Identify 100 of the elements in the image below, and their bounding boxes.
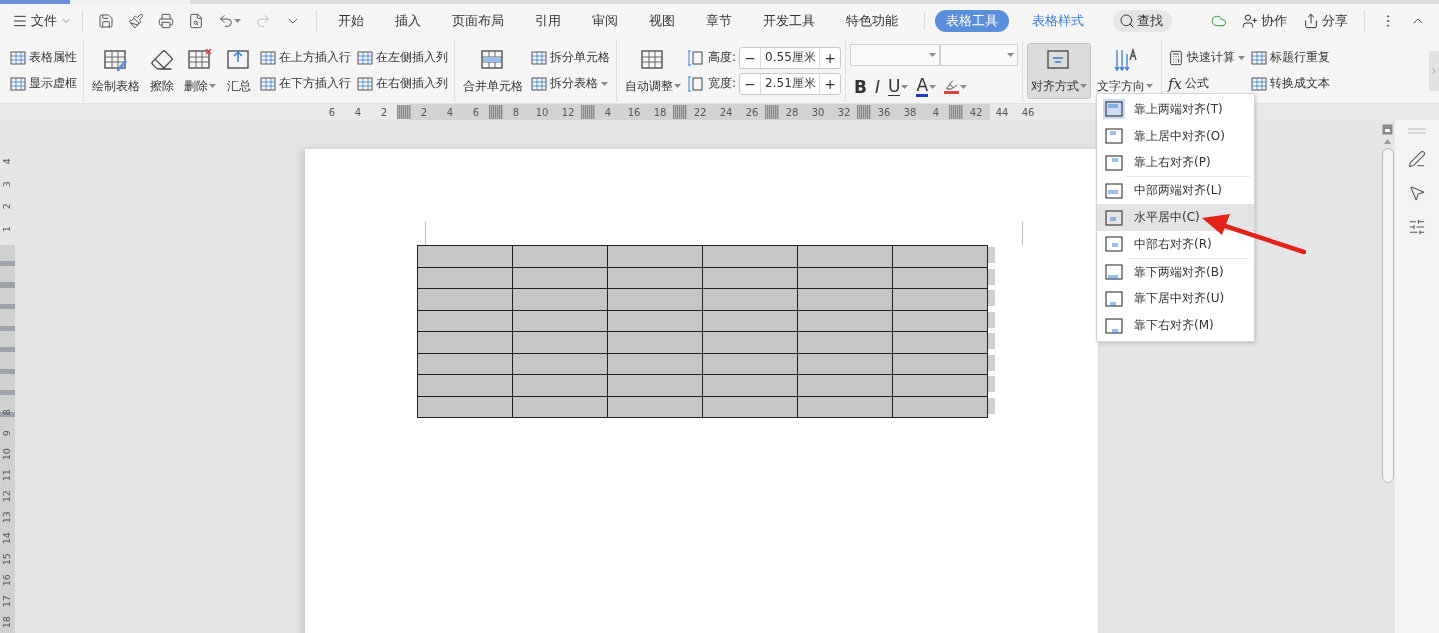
row-handle[interactable] [988,376,995,392]
menu-item[interactable]: 靠上居中对齐(O) [1097,122,1254,150]
ribbon-button[interactable]: 显示虚框 [8,73,79,94]
table-cell[interactable] [513,396,608,418]
row-handle[interactable] [988,311,995,328]
menu-item[interactable]: 靠上右对齐(P) [1097,149,1254,177]
table-cell[interactable] [798,332,893,354]
toolbar-action[interactable]: 协作 [1242,12,1287,30]
row-handle[interactable] [988,354,995,371]
format-button[interactable]: I [875,77,881,96]
table-cell[interactable] [608,310,703,332]
format-button[interactable] [944,79,968,94]
table-cell[interactable] [703,396,798,418]
table-cell[interactable] [703,332,798,354]
split-icon[interactable] [1382,124,1393,135]
ribbon-button[interactable]: 在上方插入行 [258,47,353,68]
table-cell[interactable] [608,375,703,397]
table-cell[interactable] [703,375,798,397]
ruler-marker[interactable] [857,105,871,119]
ribbon-button[interactable]: 拆分表格 [529,73,612,94]
search-button[interactable]: 查找 [1113,10,1172,32]
ruler-marker[interactable] [673,105,687,119]
ribbon-button[interactable]: 擦除 [146,42,178,99]
number-field[interactable]: − 0.55厘米 + [739,46,842,69]
menu-item[interactable]: 中部两端对齐(L) [1097,177,1254,205]
table-cell[interactable] [608,332,703,354]
format-button[interactable]: U [888,77,909,96]
table-cell[interactable] [513,267,608,289]
ribbon-tab[interactable]: 开始 [327,10,375,32]
ruler-marker[interactable] [489,105,503,119]
cursor-icon[interactable] [1408,184,1426,202]
menu-item[interactable]: 靠上两端对齐(T) [1097,96,1254,123]
ribbon-button[interactable]: fx 公式 [1166,73,1248,94]
ribbon-button[interactable]: 绘制表格 [88,42,144,99]
ribbon-button[interactable]: 拆分单元格 [529,47,612,68]
table-cell[interactable] [513,246,608,268]
ribbon-button[interactable]: 自动调整 [621,42,685,99]
settings-icon[interactable] [1408,218,1426,236]
ribbon-button[interactable]: 在左侧插入列 [355,47,450,68]
table-cell[interactable] [893,246,988,268]
ribbon-tab[interactable]: 插入 [384,10,432,32]
table-cell[interactable] [608,267,703,289]
table-cell[interactable] [703,310,798,332]
table-cell[interactable] [418,289,513,311]
table-cell[interactable] [513,353,608,375]
table-cell[interactable] [703,353,798,375]
ribbon-tab[interactable]: 表格样式 [1021,10,1095,32]
table-cell[interactable] [893,353,988,375]
table-cell[interactable] [798,267,893,289]
ruler-marker[interactable] [949,105,963,119]
table-cell[interactable] [893,375,988,397]
table[interactable] [417,245,988,418]
table-cell[interactable] [418,246,513,268]
ribbon-button[interactable]: 汇总 [222,42,256,99]
table-cell[interactable] [608,246,703,268]
ribbon-button[interactable]: 文字方向 [1093,42,1158,99]
row-handle[interactable] [988,333,995,349]
ribbon-button[interactable]: 转换成文本 [1249,73,1333,94]
table-cell[interactable] [798,310,893,332]
table-cell[interactable] [418,332,513,354]
format-button[interactable]: A [916,76,937,97]
menu-item[interactable]: 靠下居中对齐(U) [1097,285,1254,313]
ribbon-tab[interactable]: 视图 [638,10,686,32]
table-cell[interactable] [703,246,798,268]
table-cell[interactable] [418,267,513,289]
ribbon-tab[interactable]: 引用 [524,10,572,32]
table-cell[interactable] [893,289,988,311]
table-cell[interactable] [703,289,798,311]
table-cell[interactable] [513,375,608,397]
menu-item[interactable]: 靠下两端对齐(B) [1097,258,1254,286]
ribbon-tab[interactable]: 审阅 [581,10,629,32]
ribbon-tab[interactable]: 章节 [695,10,743,32]
ribbon-button[interactable]: 在右侧插入列 [355,73,450,94]
table-cell[interactable] [798,353,893,375]
table-cell[interactable] [513,310,608,332]
menu-item[interactable]: 靠下右对齐(M) [1097,312,1254,340]
ribbon-button[interactable]: 对齐方式 [1027,42,1092,99]
table-cell[interactable] [513,289,608,311]
table-cell[interactable] [418,310,513,332]
ribbon-button[interactable]: 合并单元格 [459,42,527,99]
table-cell[interactable] [608,353,703,375]
table-cell[interactable] [798,375,893,397]
table-cell[interactable] [798,246,893,268]
format-button[interactable]: B [854,77,867,96]
row-handle[interactable] [988,290,995,306]
number-field[interactable]: − 2.51厘米 + [739,72,842,95]
scrollbar-thumb[interactable] [1381,148,1394,483]
table-cell[interactable] [418,375,513,397]
ruler-marker[interactable] [765,105,779,119]
table-cell[interactable] [608,396,703,418]
row-handle[interactable] [988,397,995,414]
table-cell[interactable] [798,289,893,311]
toolbar-action[interactable]: 分享 [1303,12,1348,30]
table-cell[interactable] [893,332,988,354]
table-cell[interactable] [513,332,608,354]
menu-item[interactable]: 水平居中(C) [1097,204,1254,231]
row-handle[interactable] [988,268,995,285]
row-handle[interactable] [988,247,995,263]
table-cell[interactable] [703,267,798,289]
menu-item[interactable]: 中部右对齐(R) [1097,231,1254,258]
